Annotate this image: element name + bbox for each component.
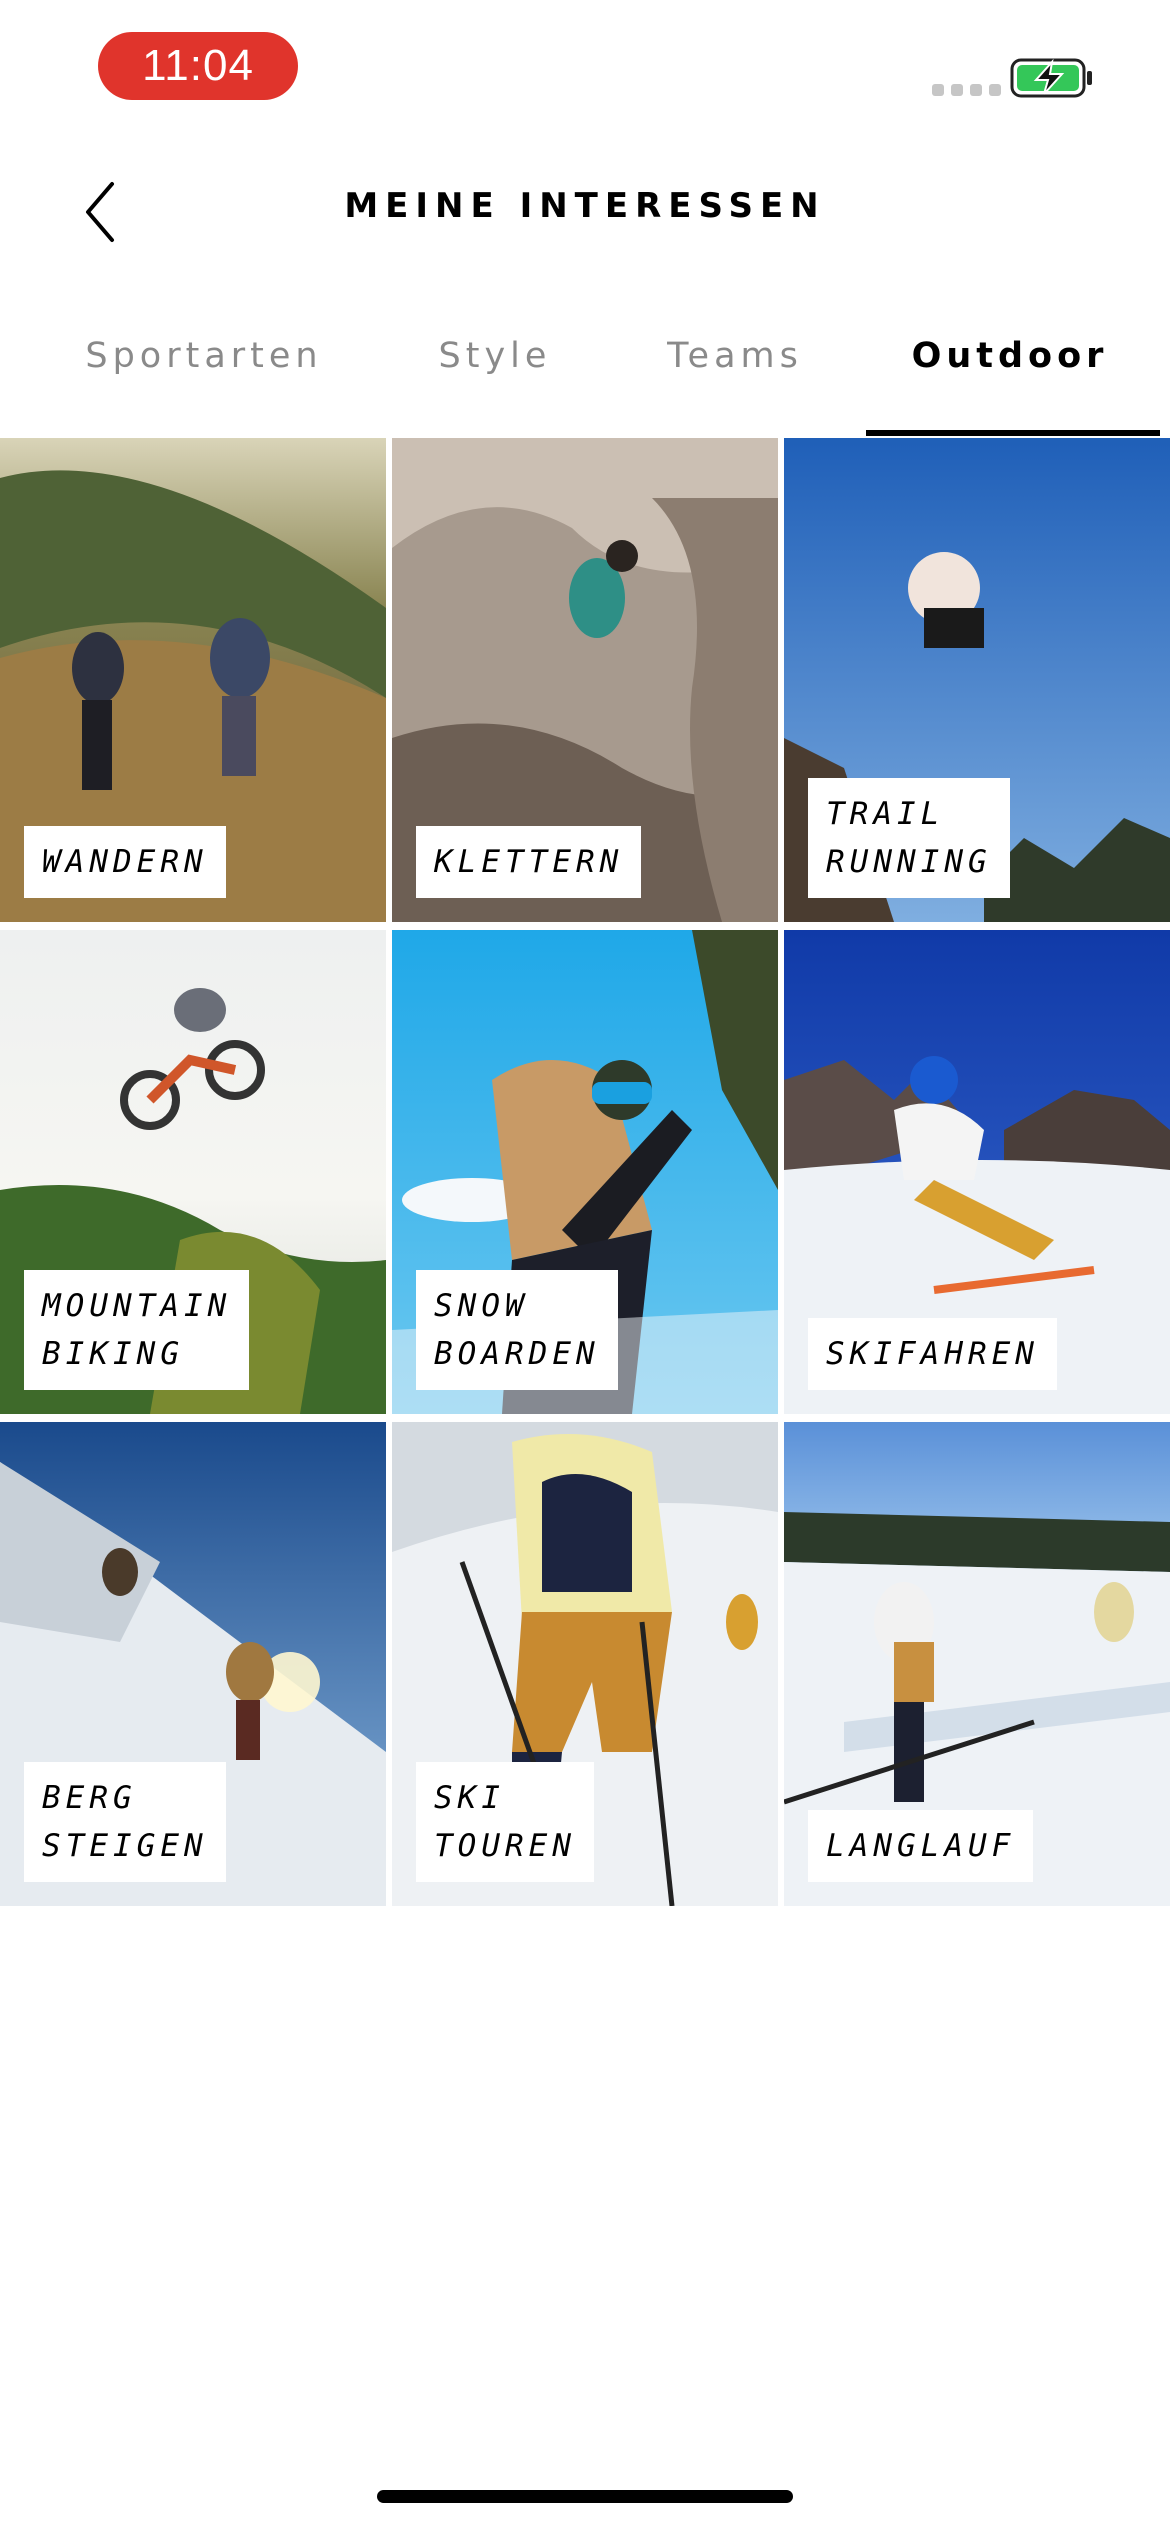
tile-wandern[interactable]: WANDERN bbox=[0, 438, 386, 922]
tile-bergsteigen[interactable]: BERG STEIGEN bbox=[0, 1422, 386, 1906]
tab-sportarten[interactable]: Sportarten bbox=[84, 336, 324, 376]
tab-teams[interactable]: Teams bbox=[660, 336, 810, 376]
tile-label: BERG STEIGEN bbox=[24, 1762, 226, 1882]
cellular-signal-icon bbox=[932, 84, 1001, 96]
tile-label: LANGLAUF bbox=[808, 1810, 1034, 1882]
tile-label: KLETTERN bbox=[416, 826, 642, 898]
tile-label: SKIFAHREN bbox=[808, 1318, 1057, 1390]
tab-outdoor[interactable]: Outdoor bbox=[900, 336, 1120, 376]
tile-label: SKI TOUREN bbox=[416, 1762, 594, 1882]
tile-label: WANDERN bbox=[24, 826, 226, 898]
tile-label: TRAIL RUNNING bbox=[808, 778, 1010, 898]
tile-label: MOUNTAIN BIKING bbox=[24, 1270, 250, 1390]
tab-style[interactable]: Style bbox=[420, 336, 570, 376]
page-title: MEINE INTERESSEN bbox=[344, 186, 826, 226]
tile-trail-running[interactable]: TRAIL RUNNING bbox=[784, 438, 1170, 922]
tile-label: SNOW BOARDEN bbox=[416, 1270, 618, 1390]
tile-snowboarden[interactable]: SNOW BOARDEN bbox=[392, 930, 778, 1414]
category-tabs: Sportarten Style Teams Outdoor bbox=[0, 320, 1170, 438]
tile-skitouren[interactable]: SKI TOUREN bbox=[392, 1422, 778, 1906]
active-tab-indicator bbox=[866, 430, 1160, 436]
status-time: 11:04 bbox=[98, 32, 298, 100]
tile-mountain-biking[interactable]: MOUNTAIN BIKING bbox=[0, 930, 386, 1414]
home-indicator[interactable] bbox=[377, 2490, 793, 2503]
tile-klettern[interactable]: KLETTERN bbox=[392, 438, 778, 922]
tile-langlauf[interactable]: LANGLAUF bbox=[784, 1422, 1170, 1906]
tile-skifahren[interactable]: SKIFAHREN bbox=[784, 930, 1170, 1414]
status-bar: 11:04 bbox=[0, 0, 1170, 140]
interest-grid: WANDERN KLETTERN TRAIL RUNNING MOUNTAIN … bbox=[0, 438, 1170, 1908]
nav-header: MEINE INTERESSEN bbox=[0, 160, 1170, 256]
battery-charging-icon bbox=[1010, 58, 1094, 102]
